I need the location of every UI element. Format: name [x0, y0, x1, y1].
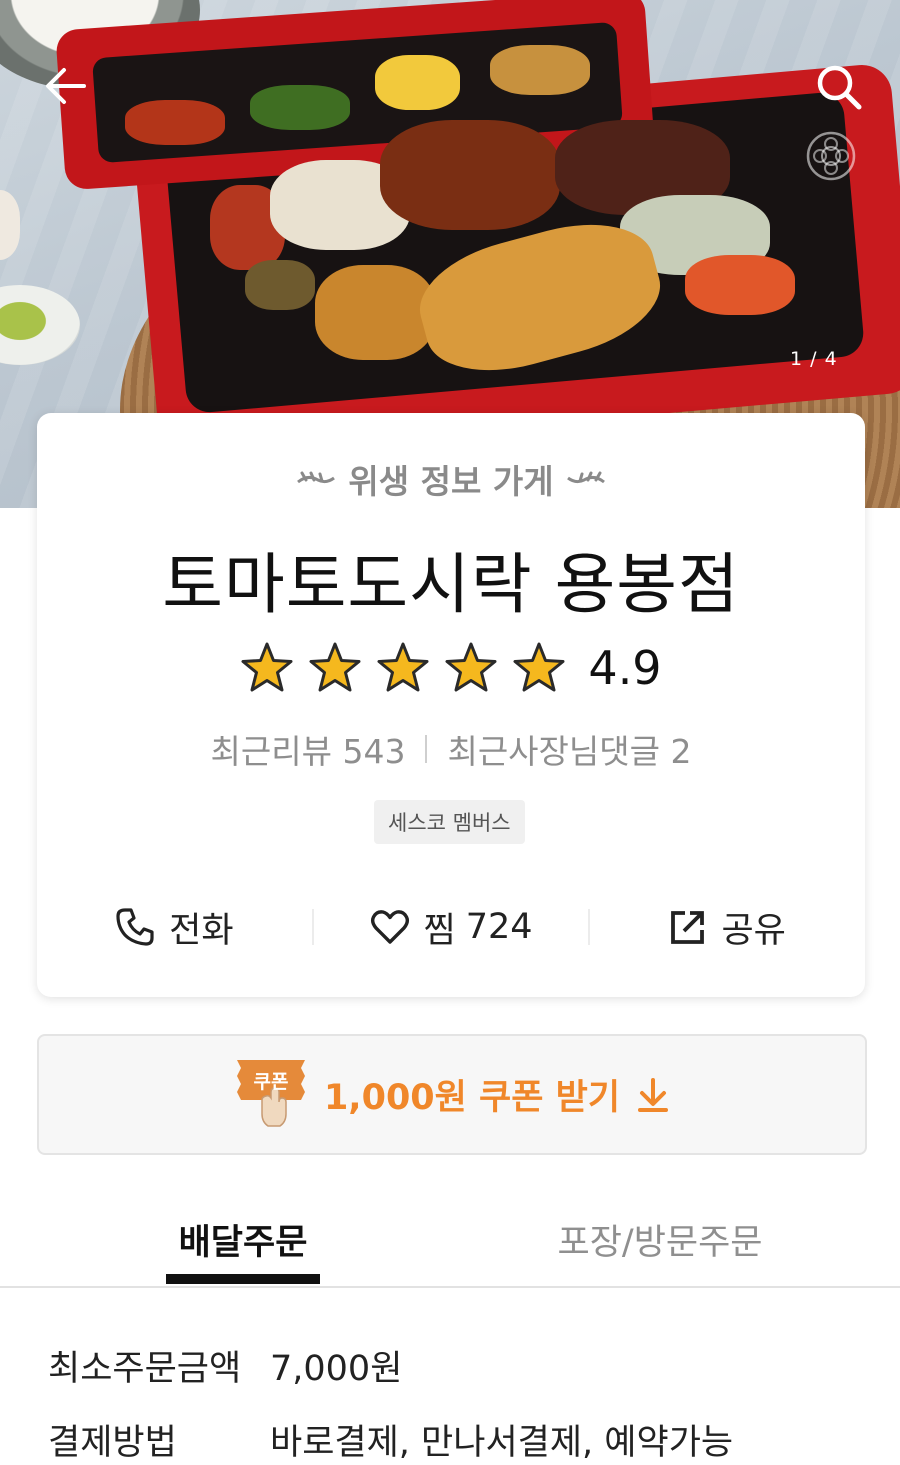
kimchi-side [125, 100, 225, 145]
min-order-label: 최소주문금액 [48, 1349, 242, 1389]
star-icon [241, 642, 293, 692]
quail-egg-side [490, 45, 590, 95]
rating-row[interactable]: 4.9 [37, 641, 865, 695]
laurel-right-icon [566, 471, 605, 484]
cesco-badge: 세스코 멤버스 [374, 800, 525, 844]
anchovy-side [245, 260, 315, 310]
pickled-radish-side [375, 55, 460, 110]
hygiene-label-row[interactable]: 위생 정보 가게 [37, 455, 865, 503]
heart-icon [370, 910, 409, 944]
owner-replies-link[interactable]: 최근사장님댓글 2 [447, 725, 691, 773]
payment-row: 결제방법 바로결제, 만나서결제, 예약가능 [48, 1414, 733, 1465]
action-bar: 전화 찜 724 공유 [37, 897, 865, 957]
coupon-tag-icon: 쿠폰 [234, 1056, 308, 1134]
emblem-icon [806, 131, 856, 181]
coupon-download-button[interactable]: 쿠폰 1,000원 쿠폰 받기 [37, 1034, 867, 1155]
order-type-tabs: 배달주문 포장/방문주문 [0, 1200, 900, 1288]
download-arrow-icon [638, 1077, 669, 1112]
search-button[interactable] [810, 58, 868, 116]
call-label: 전화 [169, 910, 234, 951]
back-button[interactable] [38, 58, 94, 114]
phone-icon [116, 908, 154, 946]
favorite-label: 찜 [423, 910, 456, 951]
favorite-count: 724 [465, 907, 533, 947]
review-stats: 최근리뷰 543 최근사장님댓글 2 [37, 725, 865, 773]
favorite-button[interactable]: 찜 724 [314, 902, 589, 953]
back-arrow-icon [46, 68, 86, 104]
store-name: 토마토도시락 용봉점 [162, 546, 740, 623]
coupon-tag-label: 쿠폰 [253, 1070, 289, 1093]
star-icon [513, 642, 565, 692]
kimchi-main [685, 255, 795, 315]
min-order-value: 7,000원 [270, 1349, 403, 1389]
store-info-card: 위생 정보 가게 토마토도시락 용봉점 4.9 최근리뷰 543 최근사장님댓글… [37, 413, 865, 997]
share-button[interactable]: 공유 [590, 902, 865, 953]
star-icon [309, 642, 361, 692]
payment-value: 바로결제, 만나서결제, 예약가능 [270, 1423, 734, 1463]
recent-reviews-link[interactable]: 최근리뷰 543 [211, 725, 406, 773]
seaweed-side [250, 85, 350, 130]
star-icon [445, 642, 497, 692]
image-counter: 1 / 4 [790, 348, 838, 370]
rating-value: 4.9 [588, 641, 662, 695]
active-tab-indicator [166, 1274, 320, 1284]
glazed-chicken [380, 120, 560, 230]
call-button[interactable]: 전화 [37, 902, 312, 953]
search-icon [817, 65, 862, 110]
rating-stars [240, 642, 566, 694]
share-icon [671, 911, 705, 944]
hygiene-label: 위생 정보 가게 [348, 462, 554, 501]
share-label: 공유 [721, 910, 786, 951]
fried-chicken [315, 265, 435, 360]
payment-label: 결제방법 [48, 1423, 177, 1463]
laurel-left-icon [297, 471, 336, 484]
coupon-text: 1,000원 쿠폰 받기 [323, 1078, 621, 1118]
min-order-row: 최소주문금액 7,000원 [48, 1340, 402, 1391]
star-icon [377, 642, 429, 692]
tab-pickup[interactable]: 포장/방문주문 [540, 1200, 780, 1286]
divider [425, 735, 428, 763]
